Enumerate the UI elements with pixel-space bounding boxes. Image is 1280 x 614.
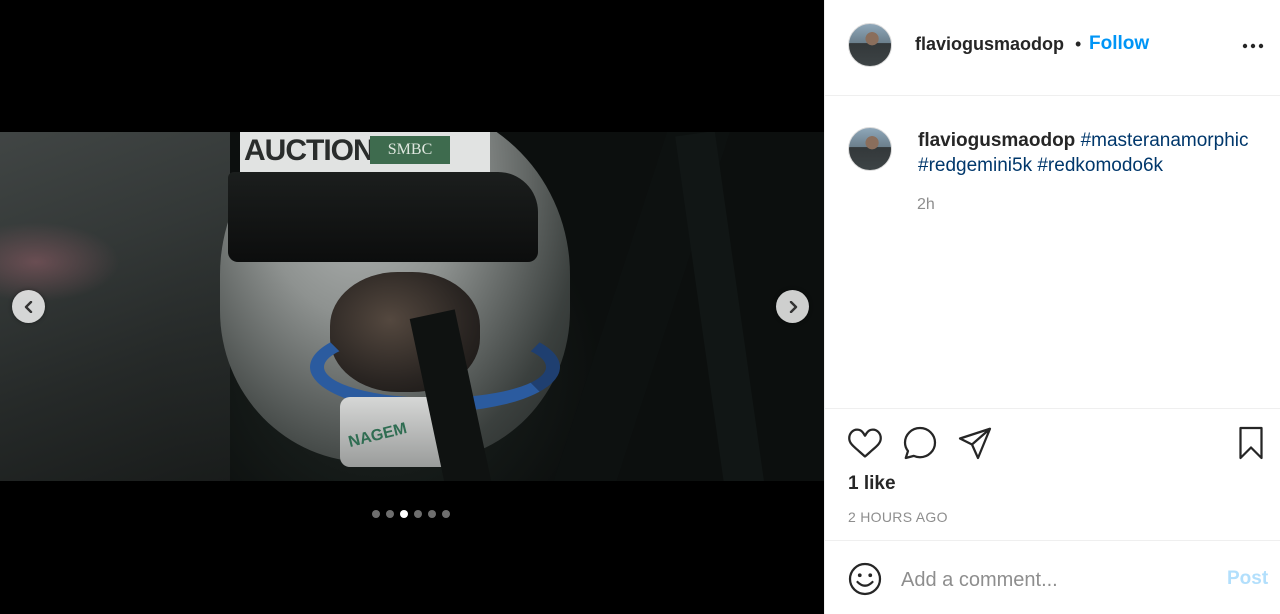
photo-strip-text: AUCTION	[244, 134, 375, 167]
post-comment-button[interactable]: Post	[1227, 568, 1268, 590]
heart-icon[interactable]	[847, 425, 883, 461]
photo-sponsor-logo: SMBC	[370, 136, 450, 164]
comment-input[interactable]	[901, 565, 1201, 595]
paper-plane-icon[interactable]	[957, 425, 993, 461]
avatar[interactable]	[848, 23, 892, 67]
caption-avatar[interactable]	[848, 127, 892, 171]
post-side-panel: flaviogusmaodop • Follow flaviogusmaodop…	[824, 0, 1280, 614]
carousel-dot	[442, 510, 450, 518]
like-count[interactable]: 1 like	[848, 473, 896, 495]
chevron-left-icon	[24, 300, 32, 313]
carousel-dot	[414, 510, 422, 518]
carousel-dot	[400, 510, 408, 518]
follow-button[interactable]: Follow	[1089, 33, 1149, 55]
carousel-dot	[372, 510, 380, 518]
caption-area: flaviogusmaodop #masteranamorphic #redge…	[825, 96, 1280, 408]
visor-shape	[228, 172, 538, 262]
more-horizontal-icon[interactable]	[1241, 34, 1265, 58]
caption-timestamp: 2h	[917, 196, 935, 213]
previous-photo-button[interactable]	[12, 290, 45, 323]
comment-bar: Post	[825, 540, 1280, 614]
hashtag-link[interactable]: #masteranamorphic	[1081, 130, 1249, 151]
header-separator: •	[1075, 34, 1082, 54]
chevron-right-icon	[789, 300, 797, 313]
carousel-dot	[386, 510, 394, 518]
post-actions: 1 like 2 HOURS AGO	[825, 408, 1280, 540]
post-timestamp: 2 HOURS AGO	[848, 509, 948, 525]
caption-text: flaviogusmaodop #masteranamorphic #redge…	[918, 128, 1263, 178]
hashtag-link[interactable]: #redkomodo6k	[1037, 155, 1163, 176]
next-photo-button[interactable]	[776, 290, 809, 323]
caption-username[interactable]: flaviogusmaodop	[918, 130, 1075, 151]
hashtag-link[interactable]: #redgemini5k	[918, 155, 1032, 176]
post-photo: AUCTION SMBC NAGEM	[0, 132, 824, 481]
carousel-indicator	[372, 510, 450, 518]
header-username[interactable]: flaviogusmaodop	[915, 34, 1064, 55]
carousel-dot	[428, 510, 436, 518]
smiley-icon[interactable]	[847, 561, 883, 597]
comment-bubble-icon[interactable]	[902, 425, 938, 461]
media-viewer: AUCTION SMBC NAGEM	[0, 0, 824, 614]
bookmark-icon[interactable]	[1233, 425, 1269, 461]
post-header: flaviogusmaodop • Follow	[825, 0, 1280, 96]
